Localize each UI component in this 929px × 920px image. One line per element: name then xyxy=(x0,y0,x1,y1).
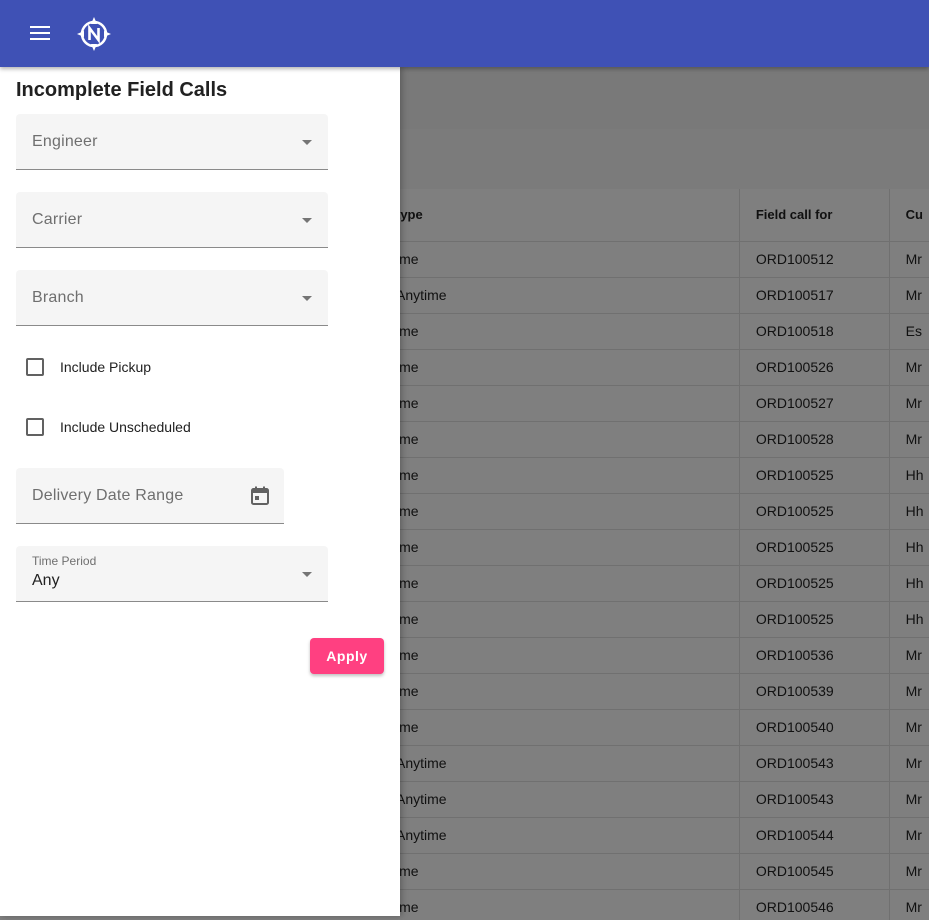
compass-n-logo-icon[interactable] xyxy=(76,16,112,52)
include-unscheduled-option[interactable]: Include Unscheduled xyxy=(26,418,191,436)
menu-button[interactable] xyxy=(24,17,56,49)
engineer-select[interactable]: Engineer xyxy=(16,114,328,170)
delivery-date-range-label: Delivery Date Range xyxy=(32,487,184,504)
time-period-select[interactable]: Time Period Any xyxy=(16,546,328,602)
delivery-date-range-input[interactable]: Delivery Date Range xyxy=(16,468,284,524)
time-period-label: Time Period xyxy=(32,554,97,568)
include-pickup-option[interactable]: Include Pickup xyxy=(26,358,151,376)
include-unscheduled-label: Include Unscheduled xyxy=(60,419,191,435)
carrier-select-label: Carrier xyxy=(32,211,83,228)
include-pickup-checkbox[interactable] xyxy=(26,358,44,376)
include-unscheduled-checkbox[interactable] xyxy=(26,418,44,436)
carrier-select[interactable]: Carrier xyxy=(16,192,328,248)
top-app-bar xyxy=(0,0,929,67)
branch-select[interactable]: Branch xyxy=(16,270,328,326)
calendar-icon[interactable] xyxy=(250,486,270,506)
apply-button[interactable]: Apply xyxy=(310,638,384,674)
dropdown-arrow-icon xyxy=(302,296,312,301)
time-period-value: Any xyxy=(32,572,60,589)
dropdown-arrow-icon xyxy=(302,218,312,223)
drawer-title: Incomplete Field Calls xyxy=(16,79,228,101)
branch-select-label: Branch xyxy=(32,289,84,306)
dropdown-arrow-icon xyxy=(302,140,312,145)
filter-drawer: Incomplete Field Calls Engineer Carrier … xyxy=(0,67,400,916)
engineer-select-label: Engineer xyxy=(32,133,98,150)
include-pickup-label: Include Pickup xyxy=(60,359,152,375)
menu-icon xyxy=(30,26,50,40)
dropdown-arrow-icon xyxy=(302,572,312,577)
